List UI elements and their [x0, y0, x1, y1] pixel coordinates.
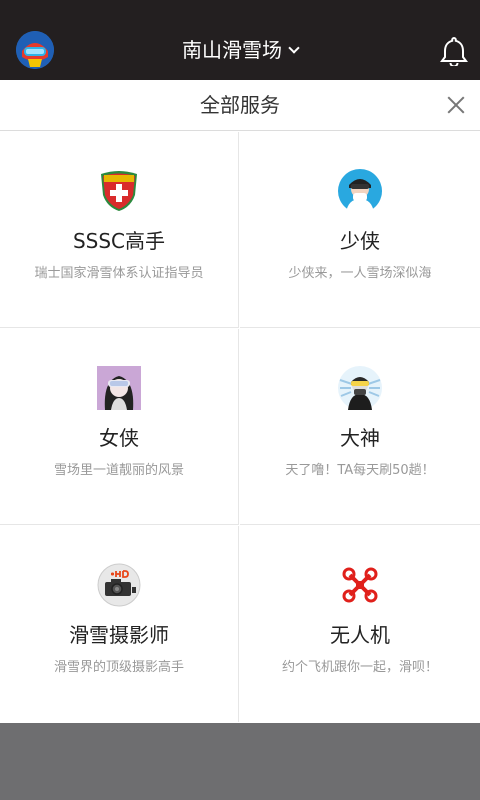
service-desc: 瑞士国家滑雪体系认证指导员	[34, 266, 204, 281]
female-skier-avatar-icon	[97, 366, 141, 410]
drone-icon	[338, 563, 382, 607]
bell-icon[interactable]	[440, 36, 468, 68]
service-name: 无人机	[330, 623, 390, 647]
service-shaoxia[interactable]: 少侠 少侠来，一人雪场深似海	[240, 132, 480, 328]
top-bar: 南山滑雪场	[0, 0, 480, 80]
camera-hd-icon	[97, 563, 141, 607]
service-name: 女侠	[99, 426, 139, 450]
service-desc: 天了噜！TA每天刷50趟！	[285, 463, 435, 478]
service-name: 大神	[340, 426, 380, 450]
service-dashen[interactable]: 大神 天了噜！TA每天刷50趟！	[240, 329, 480, 525]
close-icon[interactable]	[446, 95, 466, 115]
dim-overlay[interactable]	[0, 723, 480, 800]
swiss-shield-icon	[97, 169, 141, 213]
service-name: SSSC高手	[72, 229, 166, 253]
service-desc: 滑雪界的顶级摄影高手	[53, 660, 184, 675]
panel-title: 全部服务	[200, 93, 280, 117]
service-grid: SSSC高手 瑞士国家滑雪体系认证指导员 少侠 少侠来，一人雪场深似海 女侠 雪…	[0, 132, 480, 723]
service-desc: 约个飞机跟你一起，滑呗！	[281, 660, 438, 675]
service-drone[interactable]: 无人机 约个飞机跟你一起，滑呗！	[240, 526, 480, 722]
young-skier-avatar-icon	[338, 169, 382, 213]
service-desc: 少侠来，一人雪场深似海	[288, 266, 432, 281]
panel-header: 全部服务	[0, 80, 480, 131]
service-photographer[interactable]: 滑雪摄影师 滑雪界的顶级摄影高手	[0, 526, 239, 722]
chevron-down-icon	[288, 42, 300, 54]
service-nvxia[interactable]: 女侠 雪场里一道靓丽的风景	[0, 329, 239, 525]
resort-selector[interactable]: 南山滑雪场	[0, 36, 480, 64]
all-services-panel: 全部服务 SSSC高手 瑞士国家滑雪体系认证指导员 少侠 少侠来，一人雪场深似海…	[0, 80, 480, 723]
master-skier-avatar-icon	[338, 366, 382, 410]
resort-title: 南山滑雪场	[182, 38, 282, 62]
service-name: 滑雪摄影师	[69, 623, 169, 647]
service-desc: 雪场里一道靓丽的风景	[53, 463, 184, 478]
service-name: 少侠	[340, 229, 380, 253]
service-sssc[interactable]: SSSC高手 瑞士国家滑雪体系认证指导员	[0, 132, 239, 328]
